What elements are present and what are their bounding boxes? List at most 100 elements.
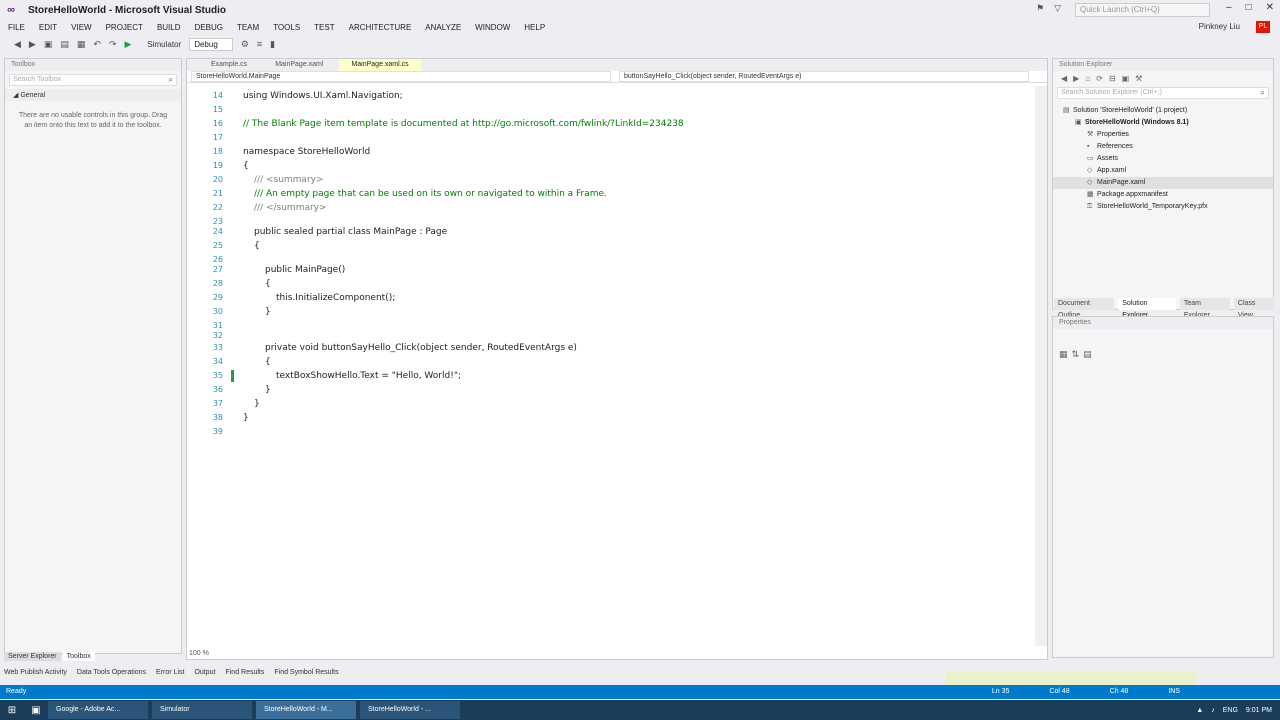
code-line[interactable]: 20 /// <summary>	[187, 174, 1033, 186]
tab-example-cs[interactable]: Example.cs	[199, 59, 259, 71]
code-line[interactable]: 28 {	[187, 278, 1033, 290]
code-line[interactable]: 22 /// </summary>	[187, 202, 1033, 214]
code-line[interactable]: 16 // The Blank Page item template is doc…	[187, 118, 1033, 130]
tab-solution-explorer[interactable]: Solution Explorer	[1118, 298, 1176, 319]
toolbox-search-input[interactable]: Search Toolbox ⌕	[9, 74, 177, 86]
new-project-icon[interactable]: ▣	[44, 39, 53, 50]
tab-toolbox[interactable]: Toolbox	[62, 652, 95, 661]
search-icon[interactable]: ⌕	[169, 75, 173, 85]
back-icon[interactable]: ◀	[1061, 74, 1067, 83]
forward-icon[interactable]: ▶	[29, 39, 36, 50]
filter-icon[interactable]: ▽	[1054, 3, 1061, 14]
back-icon[interactable]: ◀	[14, 39, 21, 50]
show-all-files-icon[interactable]: ▣	[1122, 74, 1130, 83]
tree-item[interactable]: ◇ App.xaml	[1053, 165, 1273, 177]
tree-item[interactable]: ▦ Package.appxmanifest	[1053, 189, 1273, 201]
code-line[interactable]: 38}	[187, 412, 1033, 424]
undo-icon[interactable]: ↶	[93, 39, 101, 50]
maximize-button[interactable]: □	[1246, 2, 1252, 13]
sync-icon[interactable]: ⟳	[1096, 74, 1103, 83]
tree-item[interactable]: ⚒ Properties	[1053, 129, 1273, 141]
code-line[interactable]: 29 this.InitializeComponent();	[187, 292, 1033, 304]
configuration-select[interactable]: Debug	[189, 37, 233, 51]
close-button[interactable]: ✕	[1266, 2, 1274, 13]
menu-edit[interactable]: EDIT	[39, 23, 57, 32]
code-line[interactable]: 18 namespace StoreHelloWorld	[187, 146, 1033, 158]
taskbar-app-visual-studio-2[interactable]: StoreHelloWorld - ...	[360, 701, 460, 719]
code-line[interactable]: 35 textBoxShowHello.Text = "Hello, World!…	[187, 370, 1033, 382]
code-line[interactable]: 39	[187, 426, 1033, 438]
tab-server-explorer[interactable]: Server Explorer	[4, 652, 61, 661]
user-avatar[interactable]: PL	[1256, 21, 1270, 33]
member-navigation-select[interactable]: buttonSayHello_Click(object sender, Rout…	[619, 71, 1029, 82]
tab-team-explorer[interactable]: Team Explorer	[1179, 298, 1230, 319]
redo-icon[interactable]: ↷	[109, 39, 117, 50]
tab-output[interactable]: Output	[194, 667, 215, 679]
solution-search-input[interactable]: Search Solution Explorer (Ctrl+;) ⌕	[1057, 87, 1269, 99]
tree-item[interactable]: ▪ References	[1053, 141, 1273, 153]
code-line[interactable]: 33 private void buttonSayHello_Click(obje…	[187, 342, 1033, 354]
tree-item[interactable]: ▣ StoreHelloWorld (Windows 8.1)	[1053, 117, 1273, 129]
menu-build[interactable]: BUILD	[157, 23, 181, 32]
code-line[interactable]: 37}	[187, 398, 1033, 410]
tab-find-results[interactable]: Find Results	[225, 667, 264, 679]
comment-icon[interactable]: ≡	[257, 39, 262, 49]
tab-mainpage-xaml[interactable]: MainPage.xaml	[263, 59, 335, 71]
tree-item[interactable]: ▭ Assets	[1053, 153, 1273, 165]
code-line[interactable]: 36}	[187, 384, 1033, 396]
code-line[interactable]: 21 /// An empty page that can be used on …	[187, 188, 1033, 200]
menu-team[interactable]: TEAM	[237, 23, 259, 32]
menu-debug[interactable]: DEBUG	[195, 23, 223, 32]
network-icon[interactable]: ▲	[1196, 707, 1203, 714]
menu-window[interactable]: WINDOW	[475, 23, 510, 32]
taskbar-app-acrobat[interactable]: Google - Adobe Ac...	[48, 701, 148, 719]
run-target-button[interactable]: Simulator	[147, 40, 181, 49]
taskbar-app-simulator[interactable]: Simulator	[152, 701, 252, 719]
windows-start-icon[interactable]: ⊞	[0, 705, 24, 716]
code-line[interactable]: 17	[187, 132, 1033, 144]
code-line[interactable]: 34 {	[187, 356, 1033, 368]
notifications-icon[interactable]: ⚑	[1036, 3, 1044, 14]
start-icon[interactable]: ▶	[124, 39, 131, 50]
menu-help[interactable]: HELP	[524, 23, 545, 32]
tab-document-outline[interactable]: Document Outline	[1054, 298, 1115, 319]
tab-web-publish-activity[interactable]: Web Publish Activity	[4, 667, 67, 679]
collapse-all-icon[interactable]: ⊟	[1109, 74, 1116, 83]
tree-item[interactable]: ▤ Solution 'StoreHelloWorld' (1 project)	[1053, 105, 1273, 117]
code-line[interactable]: 25 {	[187, 240, 1033, 252]
code-line[interactable]: 14 using Windows.UI.Xaml.Navigation;	[187, 90, 1033, 102]
menu-view[interactable]: VIEW	[71, 23, 91, 32]
code-line[interactable]: 30}	[187, 306, 1033, 318]
code-line[interactable]: 15	[187, 104, 1033, 116]
zoom-level[interactable]: 100 %	[189, 650, 209, 657]
alphabetical-icon[interactable]: ⇅	[1072, 349, 1080, 360]
code-line[interactable]: 27 public MainPage()	[187, 264, 1033, 276]
file-explorer-icon[interactable]: ▣	[24, 705, 48, 716]
tab-find-symbol-results[interactable]: Find Symbol Results	[274, 667, 338, 679]
tree-item[interactable]: ◇ MainPage.xaml	[1053, 177, 1273, 189]
home-icon[interactable]: ⌂	[1085, 74, 1090, 83]
volume-icon[interactable]: ♪	[1211, 707, 1215, 714]
build-icon[interactable]: ⚙	[241, 39, 249, 50]
tab-data-tools-operations[interactable]: Data Tools Operations	[77, 667, 146, 679]
menu-file[interactable]: FILE	[8, 23, 25, 32]
property-pages-icon[interactable]: ▤	[1083, 349, 1092, 360]
minimize-button[interactable]: –	[1226, 2, 1232, 13]
quick-launch-input[interactable]: Quick Launch (Ctrl+Q)	[1075, 3, 1210, 17]
save-icon[interactable]: ▦	[77, 39, 86, 50]
code-line[interactable]: 19 {	[187, 160, 1033, 172]
categorized-icon[interactable]: ▦	[1059, 349, 1068, 360]
taskbar-app-visual-studio[interactable]: StoreHelloWorld - M...	[256, 701, 356, 719]
language-indicator[interactable]: ENG	[1223, 707, 1238, 714]
clock[interactable]: 9:01 PM	[1246, 707, 1272, 714]
user-name[interactable]: Pinkney Liu	[1199, 22, 1240, 31]
menu-test[interactable]: TEST	[314, 23, 334, 32]
forward-icon[interactable]: ▶	[1073, 74, 1079, 83]
search-icon[interactable]: ⌕	[1261, 88, 1265, 98]
properties-icon[interactable]: ⚒	[1135, 74, 1142, 83]
menu-project[interactable]: PROJECT	[106, 23, 143, 32]
code-line[interactable]: 32	[187, 330, 1033, 342]
tree-item[interactable]: ⚿ StoreHelloWorld_TemporaryKey.pfx	[1053, 201, 1273, 213]
code-line[interactable]: 24 public sealed partial class MainPage :…	[187, 226, 1033, 238]
bookmark-icon[interactable]: ▮	[270, 39, 275, 50]
